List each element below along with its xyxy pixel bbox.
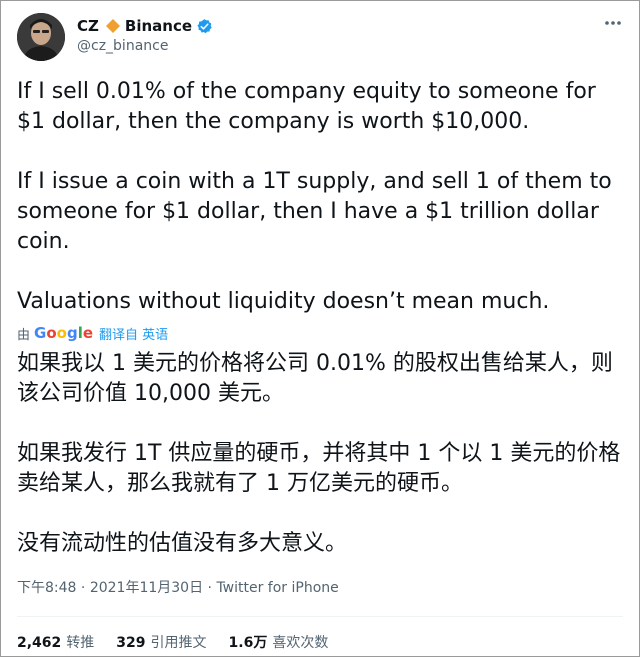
tweet-metadata: 下午8:48 · 2021年11月30日 · Twitter for iPhon… (17, 577, 339, 597)
translation-attribution: 由 Google 翻译自 英语 (17, 323, 168, 343)
tweet-text: If I sell 0.01% of the company equity to… (17, 77, 627, 317)
tweet-header: CZ Binance @cz_binance (17, 13, 623, 61)
tweet-source-link[interactable]: Twitter for iPhone (216, 580, 338, 596)
retweets-count: 2,462 (17, 635, 62, 651)
author-name-line[interactable]: CZ Binance (77, 16, 213, 36)
verified-badge-icon (197, 18, 212, 33)
author-affiliation[interactable]: Binance (125, 17, 192, 35)
translated-paragraph-3: 没有流动性的估值没有多大意义。 (17, 531, 348, 556)
quotes-count: 329 (116, 635, 146, 651)
divider (17, 616, 623, 617)
tweet-time: 下午8:48 (17, 580, 77, 596)
tweet-paragraph-1: If I sell 0.01% of the company equity to… (17, 79, 596, 134)
author-name[interactable]: CZ (77, 17, 99, 35)
translated-by-label: 由 (17, 327, 31, 343)
more-options-button[interactable] (603, 13, 623, 33)
retweets-label: 转推 (66, 635, 95, 651)
orange-diamond-icon (105, 19, 120, 33)
meta-separator: · (76, 580, 90, 596)
quotes-label: 引用推文 (150, 635, 207, 651)
likes-stat[interactable]: 1.6万 喜欢次数 (229, 632, 329, 652)
translated-text: 如果我以 1 美元的价格将公司 0.01% 的股权出售给某人，则该公司价值 10… (17, 349, 627, 559)
likes-label: 喜欢次数 (272, 635, 329, 651)
translated-from-label[interactable]: 翻译自 英语 (99, 324, 168, 343)
quotes-stat[interactable]: 329 引用推文 (116, 632, 206, 652)
tweet-date: 2021年11月30日 (89, 580, 204, 596)
tweet-paragraph-2: If I issue a coin with a 1T supply, and … (17, 169, 612, 254)
tweet-card: CZ Binance @cz_binance If I sell 0.01% o… (0, 0, 640, 657)
avatar[interactable] (17, 13, 65, 61)
meta-separator: · (203, 580, 217, 596)
translated-paragraph-1: 如果我以 1 美元的价格将公司 0.01% 的股权出售给某人，则该公司价值 10… (17, 351, 613, 406)
avatar-portrait-icon (17, 13, 65, 61)
more-dots-icon (605, 21, 621, 25)
google-logo[interactable]: Google (34, 324, 93, 342)
author-handle[interactable]: @cz_binance (77, 38, 168, 54)
tweet-paragraph-3: Valuations without liquidity doesn’t mea… (17, 289, 550, 314)
tweet-stats: 2,462 转推 329 引用推文 1.6万 喜欢次数 (17, 632, 350, 652)
translated-paragraph-2: 如果我发行 1T 供应量的硬币，并将其中 1 个以 1 美元的价格卖给某人，那么… (17, 441, 621, 496)
retweets-stat[interactable]: 2,462 转推 (17, 632, 94, 652)
tweet-time-link[interactable]: 下午8:48 · 2021年11月30日 (17, 580, 203, 596)
likes-count: 1.6万 (228, 635, 268, 651)
